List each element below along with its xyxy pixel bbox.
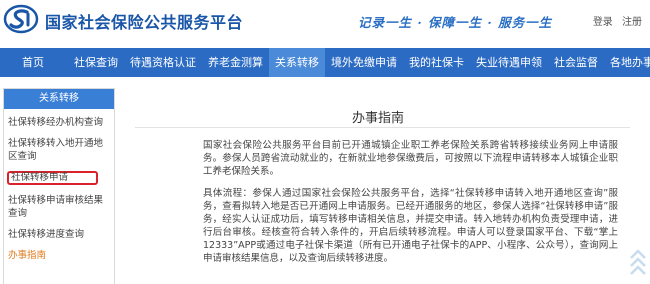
slogan: 记录一生 · 保障一生 · 服务一生 bbox=[358, 15, 553, 30]
login-link[interactable]: 登录 bbox=[593, 17, 613, 28]
nav-item-home[interactable]: 首页 bbox=[0, 48, 68, 77]
register-link[interactable]: 注册 bbox=[622, 17, 642, 28]
main-nav: 首页 社保查询 待遇资格认证 养老金测算 关系转移 境外免缴申请 我的社保卡 失… bbox=[0, 48, 650, 77]
site-header: 国家社会保险公共服务平台 记录一生 · 保障一生 · 服务一生 登录 注册 bbox=[0, 0, 650, 40]
nav-item-eligibility-certification[interactable]: 待遇资格认证 bbox=[124, 48, 202, 77]
nav-item-insurance-query[interactable]: 社保查询 bbox=[68, 48, 124, 77]
sidebar-item-guide[interactable]: 办事指南 bbox=[4, 249, 114, 262]
sidebar: 关系转移 社保转移经办机构查询 社保转移转入地开通地区查询 社保转移申请 社保转… bbox=[3, 88, 115, 284]
nav-item-relation-transfer[interactable]: 关系转移 bbox=[269, 48, 325, 77]
page-title: 办事指南 bbox=[351, 111, 404, 126]
nav-item-pension-calculator[interactable]: 养老金测算 bbox=[202, 48, 269, 77]
guide-paragraph-intro: 国家社会保险公共服务平台目前已开通城镇企业职工养老保险关系跨省转移接续业务网上申… bbox=[203, 140, 618, 177]
main-content: 办事指南 国家社会保险公共服务平台目前已开通城镇企业职工养老保险关系跨省转移接续… bbox=[123, 88, 650, 284]
title-divider bbox=[135, 127, 630, 128]
nav-item-unemployment-benefit[interactable]: 失业待遇申领 bbox=[470, 48, 548, 77]
nav-item-social-supervision[interactable]: 社会监督 bbox=[548, 48, 604, 77]
sidebar-item-agency-query[interactable]: 社保转移经办机构查询 bbox=[4, 116, 114, 129]
nav-item-my-social-card[interactable]: 我的社保卡 bbox=[403, 48, 470, 77]
sidebar-heading: 关系转移 bbox=[4, 89, 114, 109]
site-title[interactable]: 国家社会保险公共服务平台 bbox=[45, 9, 243, 33]
auth-links: 登录 注册 bbox=[587, 13, 642, 28]
sidebar-item-transfer-application[interactable]: 社保转移申请 bbox=[7, 171, 98, 185]
guide-paragraph-process: 具体流程：参保人通过国家社会保险公共服务平台，选择“社保转移申请转入地开通地区查… bbox=[203, 188, 618, 264]
nav-item-overseas-exemption[interactable]: 境外免缴申请 bbox=[325, 48, 403, 77]
sidebar-item-review-result-query[interactable]: 社保转移申请审核结果查询 bbox=[4, 194, 114, 220]
scroll-top-chevron-icon[interactable] bbox=[629, 246, 647, 282]
social-insurance-logo[interactable] bbox=[3, 4, 39, 34]
sidebar-item-region-query[interactable]: 社保转移转入地开通地区查询 bbox=[4, 137, 114, 163]
nav-item-local-service-halls[interactable]: 各地办事大厅 bbox=[604, 48, 650, 77]
sidebar-item-progress-query[interactable]: 社保转移进度查询 bbox=[4, 228, 114, 241]
